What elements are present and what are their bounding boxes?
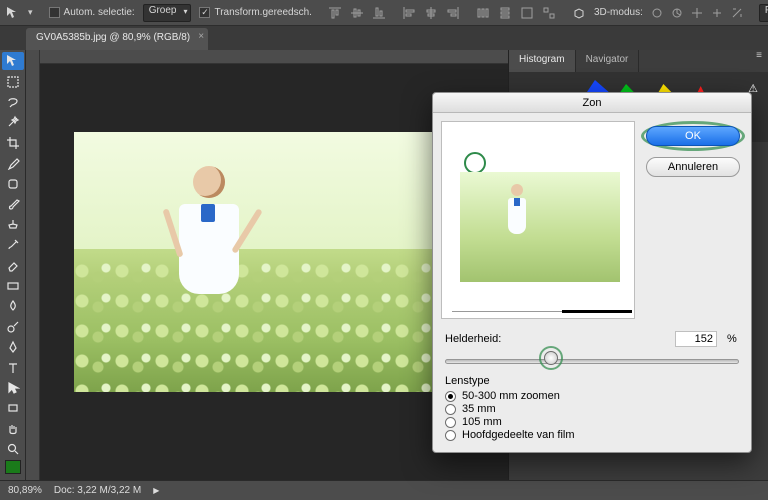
auto-select-checkbox[interactable]: Autom. selectie: bbox=[49, 7, 135, 18]
3d-pan-icon[interactable] bbox=[691, 3, 703, 23]
crop-tool[interactable] bbox=[2, 134, 24, 152]
lenstype-legend: Lenstype bbox=[445, 375, 739, 387]
workspace-switcher-dropdown[interactable]: Fotografie bbox=[759, 4, 768, 22]
healing-brush-tool[interactable] bbox=[2, 175, 24, 193]
zoom-readout[interactable]: 80,89% bbox=[8, 485, 42, 496]
radio-icon bbox=[445, 404, 456, 415]
distribute-v-icon[interactable] bbox=[498, 3, 512, 23]
foreground-color-swatch[interactable] bbox=[5, 460, 21, 474]
status-menu-icon[interactable]: ▶ bbox=[153, 486, 159, 495]
pen-tool[interactable] bbox=[2, 338, 24, 356]
dialog-title: Zon bbox=[433, 93, 751, 113]
lens-flare-dialog: Zon OK Annuleren Helderheid: % bbox=[432, 92, 752, 453]
align-bottom-icon[interactable] bbox=[372, 3, 386, 23]
lenstype-option[interactable]: 105 mm bbox=[445, 416, 739, 428]
close-icon[interactable]: × bbox=[198, 31, 204, 42]
vertical-ruler bbox=[26, 50, 40, 480]
align-right-icon[interactable] bbox=[446, 3, 460, 23]
radio-icon bbox=[445, 417, 456, 428]
lenstype-option-label: 105 mm bbox=[462, 416, 502, 428]
brightness-unit: % bbox=[727, 333, 739, 345]
document-image bbox=[74, 132, 464, 392]
align-vcenter-icon[interactable] bbox=[350, 3, 364, 23]
auto-select-type-dropdown[interactable]: Groep bbox=[143, 4, 192, 22]
3d-mode-label: 3D-modus: bbox=[594, 7, 643, 18]
transform-controls-label: Transform.gereedsch. bbox=[214, 7, 311, 18]
document-tab[interactable]: GV0A5385b.jpg @ 80,9% (RGB/8) × bbox=[26, 28, 208, 50]
lenstype-option-label: 50-300 mm zoomen bbox=[462, 390, 560, 402]
rectangle-tool[interactable] bbox=[2, 399, 24, 417]
clone-stamp-tool[interactable] bbox=[2, 215, 24, 233]
lenstype-option-label: 35 mm bbox=[462, 403, 496, 415]
align-top-icon[interactable] bbox=[328, 3, 342, 23]
type-tool[interactable] bbox=[2, 358, 24, 376]
3d-roll-icon[interactable] bbox=[671, 3, 683, 23]
document-tab-title: GV0A5385b.jpg @ 80,9% (RGB/8) bbox=[36, 32, 190, 43]
status-bar: 80,89% Doc: 3,22 M/3,22 M ▶ bbox=[0, 480, 768, 500]
horizontal-ruler bbox=[26, 50, 508, 64]
3d-slide-icon[interactable] bbox=[711, 3, 723, 23]
auto-select-label: Autom. selectie: bbox=[64, 7, 135, 18]
doc-size-readout: Doc: 3,22 M/3,22 M bbox=[54, 485, 141, 496]
tab-navigator[interactable]: Navigator bbox=[576, 50, 640, 72]
cancel-button[interactable]: Annuleren bbox=[646, 157, 740, 177]
3d-orbit-icon[interactable] bbox=[651, 3, 663, 23]
document-tab-bar: GV0A5385b.jpg @ 80,9% (RGB/8) × bbox=[0, 26, 768, 50]
align-hcenter-icon[interactable] bbox=[424, 3, 438, 23]
lasso-tool[interactable] bbox=[2, 93, 24, 111]
3d-scale-icon[interactable] bbox=[731, 3, 743, 23]
history-brush-tool[interactable] bbox=[2, 236, 24, 254]
brush-tool[interactable] bbox=[2, 195, 24, 213]
dodge-tool[interactable] bbox=[2, 317, 24, 335]
eraser-tool[interactable] bbox=[2, 256, 24, 274]
ok-button[interactable]: OK bbox=[646, 126, 740, 146]
tools-panel bbox=[0, 50, 26, 480]
distribute-h-icon[interactable] bbox=[476, 3, 490, 23]
eyedropper-tool[interactable] bbox=[2, 154, 24, 172]
tab-histogram[interactable]: Histogram bbox=[509, 50, 576, 72]
gradient-tool[interactable] bbox=[2, 277, 24, 295]
lenstype-option[interactable]: Hoofdgedeelte van film bbox=[445, 429, 739, 441]
distribute-4-icon[interactable] bbox=[542, 3, 556, 23]
magic-wand-tool[interactable] bbox=[2, 113, 24, 131]
flare-preview[interactable] bbox=[441, 121, 635, 319]
preview-thumbnail bbox=[460, 172, 620, 282]
options-bar: ▾ Autom. selectie: Groep Transform.geree… bbox=[0, 0, 768, 26]
distribute-3-icon[interactable] bbox=[520, 3, 534, 23]
flare-center-cursor[interactable] bbox=[464, 152, 486, 174]
brightness-input[interactable] bbox=[675, 331, 717, 347]
brightness-slider[interactable] bbox=[445, 353, 739, 369]
hand-tool[interactable] bbox=[2, 420, 24, 438]
lenstype-option[interactable]: 50-300 mm zoomen bbox=[445, 390, 739, 402]
lenstype-group: Lenstype 50-300 mm zoomen35 mm105 mmHoof… bbox=[445, 375, 739, 441]
lenstype-option[interactable]: 35 mm bbox=[445, 403, 739, 415]
lenstype-option-label: Hoofdgedeelte van film bbox=[462, 429, 575, 441]
radio-icon bbox=[445, 391, 456, 402]
3d-cube-icon[interactable] bbox=[572, 3, 586, 23]
move-tool[interactable] bbox=[2, 52, 24, 70]
slider-highlight-ring bbox=[539, 346, 563, 370]
brightness-label: Helderheid: bbox=[445, 333, 505, 345]
transform-controls-checkbox[interactable]: Transform.gereedsch. bbox=[199, 7, 311, 18]
move-tool-icon bbox=[6, 2, 20, 24]
align-left-icon[interactable] bbox=[402, 3, 416, 23]
ok-highlight-ring: OK bbox=[641, 121, 745, 151]
panel-menu-icon[interactable]: ≡ bbox=[750, 50, 768, 72]
blur-tool[interactable] bbox=[2, 297, 24, 315]
radio-icon bbox=[445, 430, 456, 441]
marquee-tool[interactable] bbox=[2, 72, 24, 90]
zoom-tool[interactable] bbox=[2, 440, 24, 458]
path-select-tool[interactable] bbox=[2, 379, 24, 397]
